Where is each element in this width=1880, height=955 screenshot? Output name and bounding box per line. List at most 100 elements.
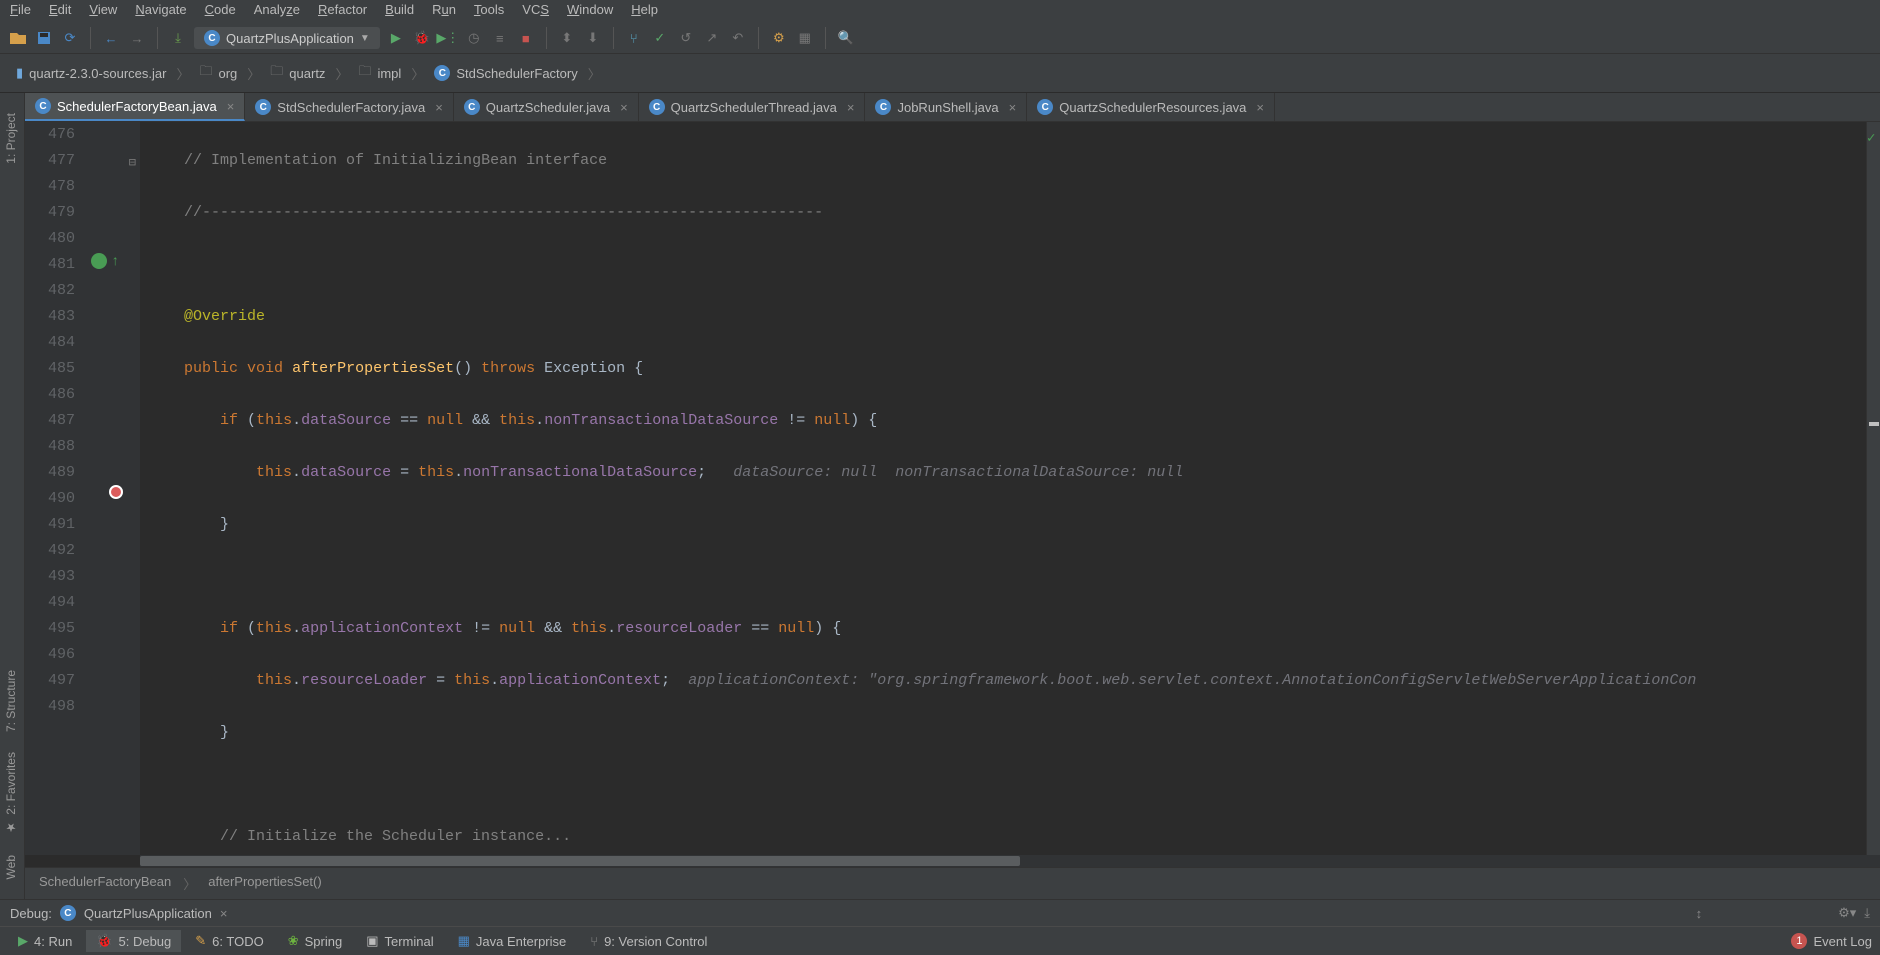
- crumb-label: impl: [377, 66, 401, 81]
- vcs-history-icon[interactable]: ↶: [728, 28, 748, 48]
- profile-icon[interactable]: ◷: [464, 28, 484, 48]
- jar-icon: ▮: [16, 65, 23, 81]
- menu-vcs[interactable]: VCS: [522, 2, 549, 17]
- run-config-name: QuartzPlusApplication: [226, 31, 354, 46]
- minimize-icon[interactable]: ⤓: [1864, 905, 1870, 921]
- tool-run[interactable]: ▶4: Run: [8, 930, 82, 952]
- editor-tab-bar: C SchedulerFactoryBean.java × C StdSched…: [25, 93, 1880, 122]
- fold-icon[interactable]: ⊟: [129, 150, 136, 176]
- menu-run[interactable]: Run: [432, 2, 456, 17]
- stripe-marker[interactable]: [1869, 422, 1879, 426]
- tool-spring[interactable]: ❀Spring: [278, 930, 352, 952]
- forward-icon[interactable]: →: [127, 28, 147, 48]
- class-icon: C: [35, 98, 51, 114]
- folder-icon: 🗀: [270, 62, 283, 84]
- close-icon[interactable]: ×: [431, 100, 443, 115]
- chevron-right-icon: 〉: [176, 64, 189, 83]
- menu-code[interactable]: Code: [205, 2, 236, 17]
- vcs-update-icon[interactable]: ↺: [676, 28, 696, 48]
- tab-label: QuartzSchedulerResources.java: [1059, 100, 1246, 115]
- tab-scheduler-factory-bean[interactable]: C SchedulerFactoryBean.java ×: [25, 93, 245, 121]
- close-icon[interactable]: ×: [843, 100, 855, 115]
- attach-icon[interactable]: ≡: [490, 28, 510, 48]
- tool-debug[interactable]: 🐞5: Debug: [86, 930, 181, 952]
- tab-quartz-scheduler-resources[interactable]: C QuartzSchedulerResources.java ×: [1027, 93, 1275, 121]
- sync-icon[interactable]: ⟳: [60, 28, 80, 48]
- open-icon[interactable]: [8, 28, 28, 48]
- vcs-commit-icon[interactable]: ✓: [650, 28, 670, 48]
- build-icon[interactable]: ⤓: [168, 28, 188, 48]
- menu-refactor[interactable]: Refactor: [318, 2, 367, 17]
- resize-icon[interactable]: ↕: [1696, 906, 1703, 921]
- side-favorites[interactable]: ★ 2: Favorites: [0, 742, 22, 845]
- crumb-method[interactable]: afterPropertiesSet(): [208, 874, 321, 893]
- coverage-icon[interactable]: ▶⋮: [438, 28, 458, 48]
- crumb-class[interactable]: C StdSchedulerFactory: [428, 63, 583, 83]
- override-up-icon[interactable]: ↑: [111, 249, 119, 275]
- horizontal-scrollbar[interactable]: [140, 855, 1880, 867]
- tool-todo[interactable]: ✎6: TODO: [185, 930, 273, 952]
- close-icon[interactable]: ×: [1005, 100, 1017, 115]
- crumb-pkg-quartz[interactable]: 🗀 quartz: [264, 60, 331, 86]
- tool-java-enterprise[interactable]: ▦Java Enterprise: [448, 930, 577, 952]
- update-app-icon[interactable]: ⬍: [557, 28, 577, 48]
- navigation-bar: ▮ quartz-2.3.0-sources.jar 〉 🗀 org 〉 🗀 q…: [0, 54, 1880, 93]
- close-icon[interactable]: ×: [616, 100, 628, 115]
- code-editor[interactable]: // Implementation of InitializingBean in…: [140, 122, 1866, 855]
- tab-quartz-scheduler[interactable]: C QuartzScheduler.java ×: [454, 93, 639, 121]
- vcs-push-icon[interactable]: ↗: [702, 28, 722, 48]
- run-config-selector[interactable]: C QuartzPlusApplication ▼: [194, 27, 380, 49]
- menu-navigate[interactable]: Navigate: [135, 2, 186, 17]
- tab-std-scheduler-factory[interactable]: C StdSchedulerFactory.java ×: [245, 93, 453, 121]
- menu-file[interactable]: File: [10, 2, 31, 17]
- tab-label: QuartzSchedulerThread.java: [671, 100, 837, 115]
- event-log[interactable]: 1 Event Log: [1791, 933, 1872, 949]
- project-structure-icon[interactable]: ▦: [795, 28, 815, 48]
- crumb-label: quartz: [289, 66, 325, 81]
- override-marker-icon[interactable]: [91, 253, 107, 269]
- crumb-label: org: [218, 66, 237, 81]
- menu-view[interactable]: View: [89, 2, 117, 17]
- run-icon[interactable]: ▶: [386, 28, 406, 48]
- settings-icon[interactable]: ⚙: [769, 28, 789, 48]
- side-web[interactable]: Web: [0, 845, 22, 889]
- crumb-jar-label: quartz-2.3.0-sources.jar: [29, 66, 166, 81]
- menu-window[interactable]: Window: [567, 2, 613, 17]
- menu-tools[interactable]: Tools: [474, 2, 504, 17]
- tool-version-control[interactable]: ⑂9: Version Control: [580, 931, 717, 952]
- crumb-pkg-org[interactable]: 🗀 org: [193, 60, 243, 86]
- close-icon[interactable]: ×: [220, 906, 228, 921]
- download-icon[interactable]: ⬇: [583, 28, 603, 48]
- event-count-badge: 1: [1791, 933, 1807, 949]
- crumb-jar[interactable]: ▮ quartz-2.3.0-sources.jar: [10, 63, 172, 83]
- tab-job-run-shell[interactable]: C JobRunShell.java ×: [865, 93, 1027, 121]
- save-all-icon[interactable]: [34, 28, 54, 48]
- menu-edit[interactable]: Edit: [49, 2, 71, 17]
- breakpoint-icon[interactable]: [109, 485, 123, 499]
- error-stripe[interactable]: ✓: [1866, 122, 1880, 855]
- debug-icon[interactable]: 🐞: [412, 28, 432, 48]
- search-everywhere-icon[interactable]: 🔍: [836, 28, 856, 48]
- crumb-pkg-impl[interactable]: 🗀 impl: [352, 60, 407, 86]
- folder-icon: 🗀: [358, 62, 371, 84]
- menu-build[interactable]: Build: [385, 2, 414, 17]
- editor-breadcrumb: SchedulerFactoryBean 〉 afterPropertiesSe…: [25, 867, 1880, 899]
- chevron-right-icon: 〉: [183, 874, 196, 893]
- scrollbar-thumb[interactable]: [140, 856, 1020, 866]
- class-icon: C: [60, 905, 76, 921]
- side-project[interactable]: 1: Project: [0, 103, 22, 174]
- vcs-branch-icon[interactable]: ⑂: [624, 28, 644, 48]
- gear-icon[interactable]: ⚙▾: [1838, 905, 1856, 921]
- back-icon[interactable]: ←: [101, 28, 121, 48]
- stop-icon[interactable]: ■: [516, 28, 536, 48]
- close-icon[interactable]: ×: [223, 99, 235, 114]
- tab-quartz-scheduler-thread[interactable]: C QuartzSchedulerThread.java ×: [639, 93, 866, 121]
- close-icon[interactable]: ×: [1252, 100, 1264, 115]
- tool-terminal[interactable]: ▣Terminal: [356, 930, 443, 952]
- side-structure[interactable]: 7: Structure: [0, 660, 22, 742]
- menu-help[interactable]: Help: [631, 2, 658, 17]
- tab-label: StdSchedulerFactory.java: [277, 100, 425, 115]
- menu-analyze[interactable]: Analyze: [254, 2, 300, 17]
- line-number-gutter: 4764774784794804814824834844854864874884…: [25, 122, 85, 855]
- crumb-class[interactable]: SchedulerFactoryBean: [39, 874, 171, 893]
